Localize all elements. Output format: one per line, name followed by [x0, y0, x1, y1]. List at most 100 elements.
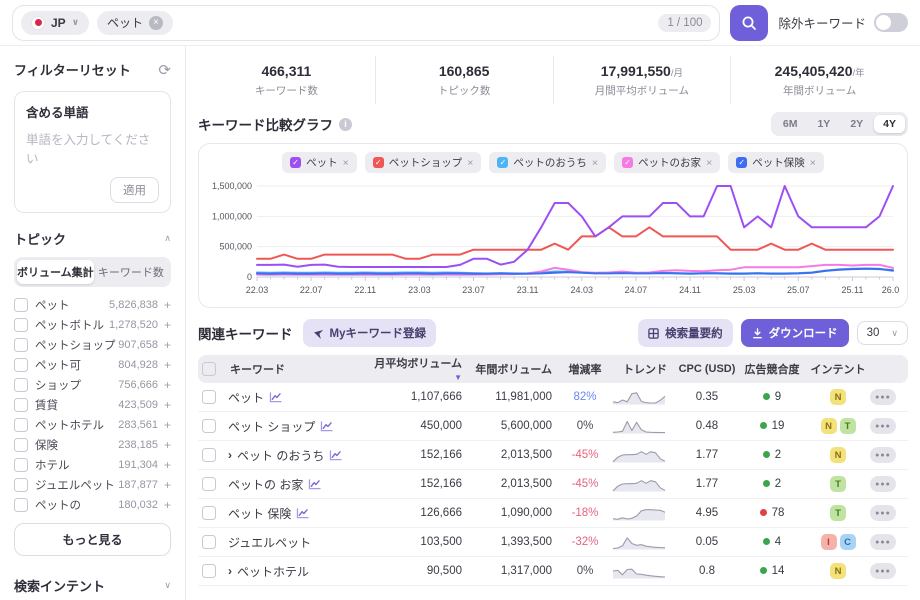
row-checkbox[interactable]: [202, 535, 216, 549]
keyword-chart-icon[interactable]: [269, 391, 282, 403]
topic-checkbox[interactable]: [14, 418, 28, 432]
topic-item[interactable]: ホテル 191,304 +: [14, 455, 171, 475]
legend-close-icon[interactable]: ×: [592, 157, 598, 169]
legend-chip[interactable]: ✓ ペット保険 ×: [728, 152, 824, 173]
keyword-chart-icon[interactable]: [320, 420, 333, 432]
search-volume-summary-button[interactable]: 検索量要約: [638, 319, 733, 347]
apply-button[interactable]: 適用: [110, 177, 159, 203]
add-topic-icon[interactable]: +: [164, 458, 171, 472]
topic-checkbox[interactable]: [14, 338, 28, 352]
topic-checkbox[interactable]: [14, 438, 28, 452]
keyword-chart-icon[interactable]: [296, 507, 309, 519]
add-topic-icon[interactable]: +: [164, 418, 171, 432]
info-icon[interactable]: i: [339, 117, 352, 131]
column-header[interactable]: 月平均ボリューム▼: [374, 355, 468, 383]
range-button-6M[interactable]: 6M: [774, 115, 807, 133]
add-topic-icon[interactable]: +: [164, 358, 171, 372]
range-button-1Y[interactable]: 1Y: [808, 115, 839, 133]
range-button-2Y[interactable]: 2Y: [841, 115, 872, 133]
topic-item[interactable]: ペットボトル 1,278,520 +: [14, 315, 171, 335]
remove-keyword-icon[interactable]: ×: [149, 15, 164, 30]
search-button[interactable]: [730, 4, 769, 41]
add-topic-icon[interactable]: +: [164, 378, 171, 392]
topic-tab[interactable]: ボリューム集計: [17, 260, 94, 284]
keyword-link[interactable]: ペット ショップ: [228, 418, 315, 435]
legend-chip[interactable]: ✓ ペットのお家 ×: [614, 152, 721, 173]
topic-checkbox[interactable]: [14, 318, 28, 332]
topic-item[interactable]: ペット可 804,928 +: [14, 355, 171, 375]
topic-checkbox[interactable]: [14, 398, 28, 412]
download-button[interactable]: ダウンロード: [740, 319, 849, 347]
topic-checkbox[interactable]: [14, 478, 28, 492]
expand-chevron-icon[interactable]: ›: [228, 448, 232, 462]
exclude-keywords-toggle[interactable]: [874, 13, 908, 32]
legend-close-icon[interactable]: ×: [343, 157, 349, 169]
legend-chip[interactable]: ✓ ペットショップ ×: [364, 152, 482, 173]
keyword-link[interactable]: ジュエルペット: [228, 534, 311, 551]
topic-checkbox[interactable]: [14, 358, 28, 372]
keyword-link[interactable]: ペット: [228, 389, 264, 406]
column-header[interactable]: 広告競合度: [736, 361, 808, 377]
topic-checkbox[interactable]: [14, 378, 28, 392]
row-checkbox[interactable]: [202, 390, 216, 404]
row-menu-button[interactable]: ●●●: [870, 389, 896, 405]
my-keyword-register-button[interactable]: Myキーワード登録: [302, 319, 436, 347]
row-menu-button[interactable]: ●●●: [870, 505, 896, 521]
column-header[interactable]: 年間ボリューム: [468, 361, 558, 377]
topic-item[interactable]: ジュエルペット 187,877 +: [14, 475, 171, 495]
topic-item[interactable]: ペットホテル 283,561 +: [14, 415, 171, 435]
column-header[interactable]: インテント: [808, 361, 868, 377]
add-topic-icon[interactable]: +: [164, 398, 171, 412]
row-menu-button[interactable]: ●●●: [870, 476, 896, 492]
page-size-select[interactable]: 30 ∨: [856, 321, 908, 345]
keyword-chart-icon[interactable]: [329, 449, 342, 461]
row-menu-button[interactable]: ●●●: [870, 563, 896, 579]
legend-close-icon[interactable]: ×: [706, 157, 712, 169]
topic-item[interactable]: ペットの 180,032 +: [14, 495, 171, 515]
legend-close-icon[interactable]: ×: [467, 157, 473, 169]
country-selector[interactable]: JP ∨: [21, 10, 89, 35]
keyword-link[interactable]: ペットの お家: [228, 476, 303, 493]
keyword-chart-icon[interactable]: [308, 478, 321, 490]
add-topic-icon[interactable]: +: [164, 318, 171, 332]
reset-icon[interactable]: ⟳: [158, 61, 171, 79]
keyword-link[interactable]: ペット のおうち: [237, 447, 324, 464]
select-all-checkbox[interactable]: [202, 362, 216, 376]
row-checkbox[interactable]: [202, 419, 216, 433]
legend-chip[interactable]: ✓ ペット ×: [282, 152, 357, 173]
add-topic-icon[interactable]: +: [164, 478, 171, 492]
keyword-tag[interactable]: ペット ×: [97, 10, 174, 35]
range-button-4Y[interactable]: 4Y: [874, 115, 905, 133]
sidebar-section-検索インテント[interactable]: 検索インテント ∨: [14, 568, 171, 600]
topic-item[interactable]: 保険 238,185 +: [14, 435, 171, 455]
topic-item[interactable]: ペットショップ 907,658 +: [14, 335, 171, 355]
topic-tab[interactable]: キーワード数: [94, 260, 168, 284]
row-menu-button[interactable]: ●●●: [870, 534, 896, 550]
topic-section-header[interactable]: トピック ∧: [14, 229, 171, 248]
row-menu-button[interactable]: ●●●: [870, 447, 896, 463]
include-words-input[interactable]: 単語を入力してください: [26, 129, 159, 167]
topic-item[interactable]: ペット 5,826,838 +: [14, 295, 171, 315]
column-header[interactable]: キーワード: [228, 361, 374, 377]
row-menu-button[interactable]: ●●●: [870, 418, 896, 434]
row-checkbox[interactable]: [202, 564, 216, 578]
topic-item[interactable]: 賃貸 423,509 +: [14, 395, 171, 415]
legend-close-icon[interactable]: ×: [810, 157, 816, 169]
column-header[interactable]: CPC (USD): [678, 363, 736, 375]
keyword-search-field[interactable]: JP ∨ ペット × 1 / 100: [12, 4, 721, 41]
topic-checkbox[interactable]: [14, 498, 28, 512]
column-header[interactable]: 増減率: [558, 361, 612, 377]
legend-chip[interactable]: ✓ ペットのおうち ×: [489, 152, 607, 173]
topic-checkbox[interactable]: [14, 458, 28, 472]
add-topic-icon[interactable]: +: [164, 298, 171, 312]
column-header[interactable]: トレンド: [612, 361, 678, 377]
expand-chevron-icon[interactable]: ›: [228, 564, 232, 578]
topic-item[interactable]: ショップ 756,666 +: [14, 375, 171, 395]
keyword-link[interactable]: ペットホテル: [237, 563, 309, 580]
add-topic-icon[interactable]: +: [164, 338, 171, 352]
keyword-link[interactable]: ペット 保険: [228, 505, 291, 522]
show-more-button[interactable]: もっと見る: [14, 523, 171, 556]
row-checkbox[interactable]: [202, 477, 216, 491]
topic-checkbox[interactable]: [14, 298, 28, 312]
row-checkbox[interactable]: [202, 448, 216, 462]
